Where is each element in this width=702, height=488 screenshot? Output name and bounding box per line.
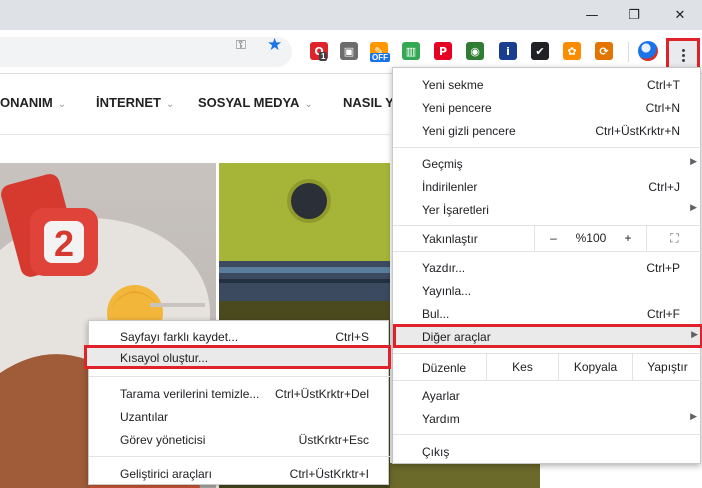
bookmark-star-icon[interactable]: ★ (267, 35, 282, 55)
edit-label: Düzenle (422, 361, 467, 375)
restore-icon: ❐ (628, 7, 640, 23)
menu-separator (393, 380, 702, 381)
minimize-icon: — (585, 7, 599, 23)
profile-avatar[interactable] (638, 41, 658, 61)
menu-edit-row: Düzenle Kes Kopyala Yapıştır (393, 353, 702, 380)
badge-number: 2 (54, 223, 74, 264)
chevron-down-icon: ⌄ (57, 99, 67, 110)
sync-ext-icon[interactable]: ⟳ (595, 42, 613, 60)
opera-ext-icon[interactable]: O1 (310, 42, 328, 61)
menu-item-cast[interactable]: Yayınla... (393, 279, 702, 302)
menu-separator (393, 434, 702, 435)
sticky-ext-icon[interactable]: ▣ (340, 42, 358, 60)
site-header-strip (0, 135, 390, 163)
menu-item-exit[interactable]: Çıkış (393, 440, 702, 463)
window-titlebar: — ❐ ✕ (0, 0, 702, 30)
globe-ext-icon[interactable]: ◉ (466, 42, 484, 60)
more-tools-submenu: Sayfayı farklı kaydet... Ctrl+S Kısayol o… (84, 320, 391, 485)
nav-item-internet[interactable]: İNTERNET ⌄ (96, 95, 174, 110)
menu-item-incognito[interactable]: Yeni gizli pencere Ctrl+ÜstKrktr+N (393, 119, 702, 142)
paste-button[interactable]: Yapıştır (632, 353, 702, 380)
chrome-main-menu: Yeni sekme Ctrl+T Yeni pencere Ctrl+N Yeni… (392, 67, 702, 464)
restore-button[interactable]: ❐ (612, 0, 656, 30)
submenu-item-extensions[interactable]: Uzantılar (89, 405, 390, 428)
submenu-arrow-icon: ▶ (690, 157, 697, 167)
address-bar[interactable] (0, 37, 292, 67)
zoom-out-button[interactable]: – (534, 225, 572, 251)
toolbar-divider (628, 42, 629, 62)
menu-separator (89, 456, 390, 457)
password-key-icon[interactable]: ⚿ (236, 38, 246, 53)
copy-button[interactable]: Kopyala (558, 353, 632, 380)
cut-button[interactable]: Kes (486, 353, 558, 380)
zoom-in-button[interactable]: + (610, 225, 646, 251)
menu-item-more-tools[interactable]: Diğer araçlar ▶ (393, 324, 702, 348)
submenu-item-dev-tools[interactable]: Geliştirici araçları Ctrl+ÜstKrktr+I (89, 462, 390, 485)
submenu-arrow-icon: ▶ (690, 203, 697, 213)
menu-item-bookmarks[interactable]: Yer İşaretleri ▶ (393, 198, 702, 221)
extension-badge: 1 (319, 52, 328, 61)
submenu-item-task-manager[interactable]: Görev yöneticisi ÜstKrktr+Esc (89, 428, 390, 451)
chart-ext-icon[interactable]: ▥ (402, 42, 420, 60)
extension-badge: OFF (370, 53, 390, 62)
close-icon: ✕ (674, 7, 686, 23)
submenu-arrow-icon: ▶ (690, 412, 697, 422)
flower-ext-icon[interactable]: ✿ (563, 42, 581, 60)
menu-item-help[interactable]: Yardım ▶ (393, 407, 702, 430)
menu-item-new-window[interactable]: Yeni pencere Ctrl+N (393, 96, 702, 119)
nav-item-sosyal-medya[interactable]: SOSYAL MEDYA ⌄ (198, 95, 313, 110)
menu-item-new-tab[interactable]: Yeni sekme Ctrl+T (393, 73, 702, 96)
site-navigation: ONANIM ⌄ İNTERNET ⌄ SOSYAL MEDYA ⌄ NASIL YA… (0, 75, 435, 135)
zoom-value: %100 (575, 231, 607, 245)
chevron-down-icon: ⌄ (166, 99, 175, 110)
menu-separator (393, 251, 702, 252)
menu-item-history[interactable]: Geçmiş ▶ (393, 152, 702, 175)
menu-item-print[interactable]: Yazdır... Ctrl+P (393, 256, 702, 279)
submenu-item-create-shortcut[interactable]: Kısayol oluştur... (84, 345, 391, 369)
off-ext-icon[interactable]: ✎ OFF (370, 42, 390, 62)
menu-item-downloads[interactable]: İndirilenler Ctrl+J (393, 175, 702, 198)
fullscreen-button[interactable]: ⛶ (646, 225, 702, 251)
vertical-dots-icon (681, 48, 685, 62)
submenu-arrow-icon: ▶ (691, 330, 698, 340)
menu-item-find[interactable]: Bul... Ctrl+F (393, 302, 702, 325)
check-ext-icon[interactable]: ✔ (531, 42, 549, 60)
menu-separator (393, 147, 702, 148)
menu-separator (89, 376, 390, 377)
fullscreen-icon: ⛶ (670, 230, 679, 245)
zoom-label: Yakınlaştır (422, 232, 478, 246)
article-image-bottom[interactable] (390, 463, 540, 488)
info-ext-icon[interactable]: i (499, 42, 517, 60)
chevron-down-icon: ⌄ (304, 99, 313, 110)
menu-item-settings[interactable]: Ayarlar (393, 384, 702, 407)
pinterest-ext-icon[interactable]: P (434, 42, 452, 60)
nav-item-donanim[interactable]: ONANIM ⌄ (0, 95, 66, 110)
menu-zoom-row: Yakınlaştır – %100 + ⛶ (393, 225, 702, 251)
close-window-button[interactable]: ✕ (658, 0, 702, 30)
submenu-item-clear-data[interactable]: Tarama verilerini temizle... Ctrl+ÜstKrkt… (89, 382, 390, 405)
minimize-button[interactable]: — (570, 0, 614, 30)
